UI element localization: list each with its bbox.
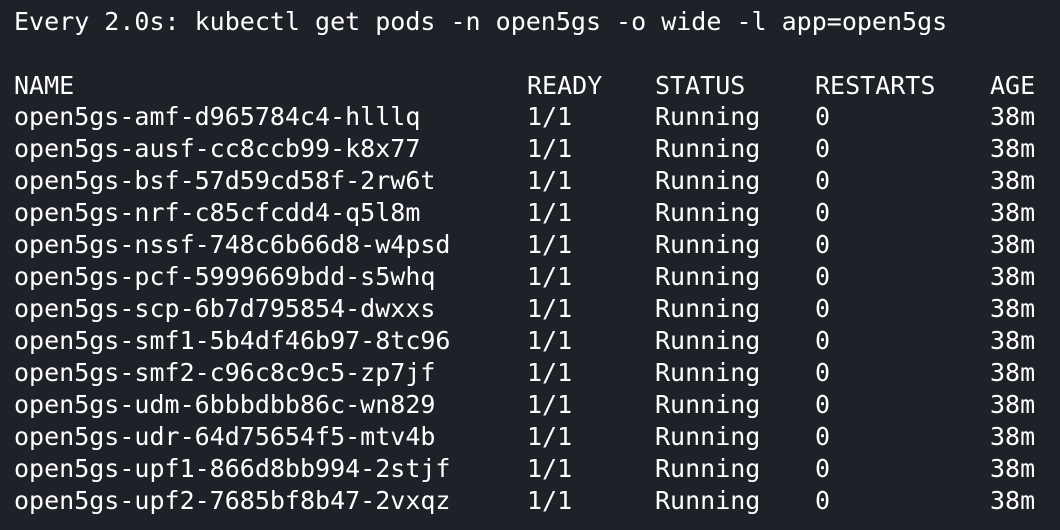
table-row: open5gs-nrf-c85cfcdd4-q5l8m 1/1 Running … xyxy=(0,197,1060,229)
pod-restarts: 0 xyxy=(815,390,831,419)
pod-status: Running xyxy=(655,134,761,163)
pod-age: 38m xyxy=(990,294,1036,323)
pod-name: open5gs-upf2-7685bf8b47-2vxqz xyxy=(14,486,451,515)
table-row: open5gs-smf1-5b4df46b97-8tc96 1/1 Runnin… xyxy=(0,325,1060,357)
table-row: open5gs-scp-6b7d795854-dwxxs 1/1 Running… xyxy=(0,293,1060,325)
pod-restarts: 0 xyxy=(815,486,831,515)
pod-restarts: 0 xyxy=(815,198,831,227)
pod-restarts: 0 xyxy=(815,166,831,195)
table-row: open5gs-upf2-7685bf8b47-2vxqz 1/1 Runnin… xyxy=(0,485,1060,517)
pod-status: Running xyxy=(655,454,761,483)
pod-name: open5gs-bsf-57d59cd58f-2rw6t xyxy=(14,166,436,195)
table-row: open5gs-bsf-57d59cd58f-2rw6t 1/1 Running… xyxy=(0,165,1060,197)
pod-ready: 1/1 xyxy=(527,198,573,227)
pod-restarts: 0 xyxy=(815,230,831,259)
header-status: STATUS xyxy=(655,71,746,100)
table-row: open5gs-upf1-866d8bb994-2stjf 1/1 Runnin… xyxy=(0,453,1060,485)
pod-ready: 1/1 xyxy=(527,454,573,483)
pod-age: 38m xyxy=(990,422,1036,451)
pod-ready: 1/1 xyxy=(527,294,573,323)
terminal-window[interactable]: Every 2.0s: kubectl get pods -n open5gs … xyxy=(0,0,1060,530)
pod-status: Running xyxy=(655,358,761,387)
pod-ready: 1/1 xyxy=(527,326,573,355)
pod-status: Running xyxy=(655,198,761,227)
pod-restarts: 0 xyxy=(815,262,831,291)
header-ready: READY xyxy=(527,71,603,100)
pod-age: 38m xyxy=(990,166,1036,195)
header-age: AGE xyxy=(990,71,1036,100)
pod-restarts: 0 xyxy=(815,102,831,131)
pod-name: open5gs-nrf-c85cfcdd4-q5l8m xyxy=(14,198,421,227)
pod-restarts: 0 xyxy=(815,134,831,163)
pod-age: 38m xyxy=(990,358,1036,387)
pod-age: 38m xyxy=(990,390,1036,419)
pod-ready: 1/1 xyxy=(527,390,573,419)
watch-command-line: Every 2.0s: kubectl get pods -n open5gs … xyxy=(14,7,948,36)
pod-ready: 1/1 xyxy=(527,262,573,291)
pod-age: 38m xyxy=(990,262,1036,291)
pod-ready: 1/1 xyxy=(527,422,573,451)
header-restarts: RESTARTS xyxy=(815,71,936,100)
pod-status: Running xyxy=(655,102,761,131)
pod-status: Running xyxy=(655,390,761,419)
header-name: NAME xyxy=(14,71,75,100)
pod-age: 38m xyxy=(990,134,1036,163)
pod-name: open5gs-smf1-5b4df46b97-8tc96 xyxy=(14,326,451,355)
pod-ready: 1/1 xyxy=(527,358,573,387)
pod-restarts: 0 xyxy=(815,358,831,387)
pod-restarts: 0 xyxy=(815,294,831,323)
pod-status: Running xyxy=(655,230,761,259)
table-header-row: NAME READY STATUS RESTARTS AGE xyxy=(0,70,1060,102)
pod-ready: 1/1 xyxy=(527,166,573,195)
pod-ready: 1/1 xyxy=(527,102,573,131)
pod-age: 38m xyxy=(990,486,1036,515)
pod-status: Running xyxy=(655,262,761,291)
pod-ready: 1/1 xyxy=(527,486,573,515)
pod-name: open5gs-smf2-c96c8c9c5-zp7jf xyxy=(14,358,436,387)
pod-status: Running xyxy=(655,422,761,451)
pod-name: open5gs-ausf-cc8ccb99-k8x77 xyxy=(14,134,421,163)
pod-restarts: 0 xyxy=(815,326,831,355)
pod-name: open5gs-upf1-866d8bb994-2stjf xyxy=(14,454,451,483)
pod-age: 38m xyxy=(990,102,1036,131)
pod-ready: 1/1 xyxy=(527,230,573,259)
pod-age: 38m xyxy=(990,454,1036,483)
pod-status: Running xyxy=(655,326,761,355)
pod-age: 38m xyxy=(990,326,1036,355)
pod-name: open5gs-udm-6bbbdbb86c-wn829 xyxy=(14,390,436,419)
table-row: open5gs-smf2-c96c8c9c5-zp7jf 1/1 Running… xyxy=(0,357,1060,389)
table-row: open5gs-nssf-748c6b66d8-w4psd 1/1 Runnin… xyxy=(0,229,1060,261)
pod-restarts: 0 xyxy=(815,454,831,483)
pod-name: open5gs-amf-d965784c4-hlllq xyxy=(14,102,421,131)
pod-age: 38m xyxy=(990,198,1036,227)
pod-name: open5gs-scp-6b7d795854-dwxxs xyxy=(14,294,436,323)
pod-name: open5gs-pcf-5999669bdd-s5whq xyxy=(14,262,436,291)
pod-status: Running xyxy=(655,486,761,515)
table-row: open5gs-udr-64d75654f5-mtv4b 1/1 Running… xyxy=(0,421,1060,453)
pod-restarts: 0 xyxy=(815,422,831,451)
table-row: open5gs-ausf-cc8ccb99-k8x77 1/1 Running … xyxy=(0,133,1060,165)
pod-name: open5gs-nssf-748c6b66d8-w4psd xyxy=(14,230,451,259)
pod-ready: 1/1 xyxy=(527,134,573,163)
pod-status: Running xyxy=(655,166,761,195)
table-row: open5gs-udm-6bbbdbb86c-wn829 1/1 Running… xyxy=(0,389,1060,421)
table-row: open5gs-pcf-5999669bdd-s5whq 1/1 Running… xyxy=(0,261,1060,293)
pod-status: Running xyxy=(655,294,761,323)
pod-name: open5gs-udr-64d75654f5-mtv4b xyxy=(14,422,436,451)
table-row: open5gs-amf-d965784c4-hlllq 1/1 Running … xyxy=(0,101,1060,133)
pod-age: 38m xyxy=(990,230,1036,259)
